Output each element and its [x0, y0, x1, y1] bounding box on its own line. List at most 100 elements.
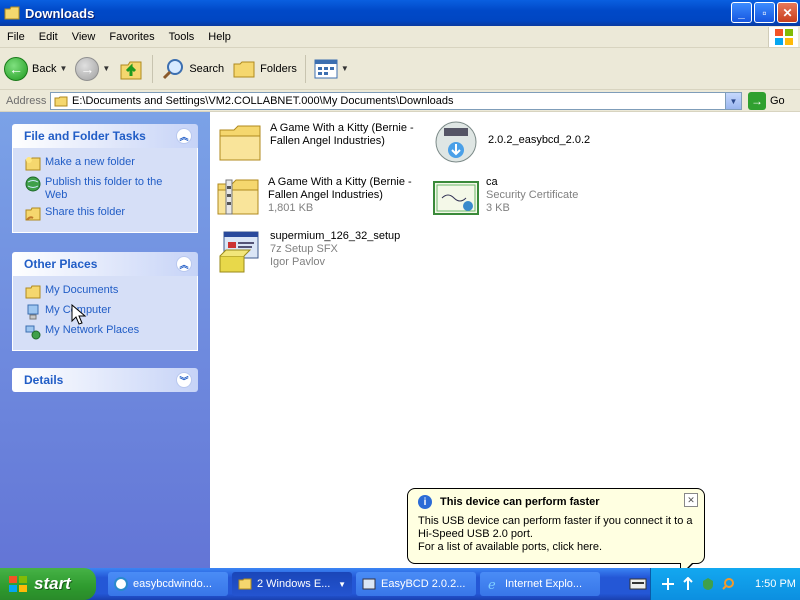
- task-label: Make a new folder: [45, 156, 135, 168]
- svg-text:e: e: [488, 578, 496, 591]
- file-name: ca: [486, 176, 498, 188]
- chevron-down-icon[interactable]: ▼: [59, 64, 67, 73]
- file-name: A Game With a Kitty (Bernie - Fallen Ang…: [268, 176, 412, 201]
- folder-icon: [4, 6, 20, 20]
- minimize-icon: _: [738, 5, 745, 20]
- system-tray: 1:50 PM: [650, 568, 800, 600]
- task-label: Publish this folder to the Web: [45, 176, 163, 201]
- mouse-cursor-icon: [71, 304, 87, 325]
- notification-balloon[interactable]: i This device can perform faster ✕ This …: [407, 488, 705, 564]
- internet-explorer-icon: e: [488, 578, 496, 591]
- address-input[interactable]: E:\Documents and Settings\VM2.COLLABNET.…: [50, 92, 742, 110]
- clock[interactable]: 1:50 PM: [755, 578, 796, 590]
- chevron-down-icon[interactable]: ▼: [725, 93, 741, 109]
- taskbar: start easybcdwindo... 2 Windows E... ▼ E…: [0, 568, 800, 600]
- menu-file[interactable]: File: [0, 31, 32, 43]
- maximize-button[interactable]: ▫: [754, 2, 775, 23]
- search-tray-icon[interactable]: [721, 577, 735, 591]
- back-button[interactable]: ← Back ▼: [0, 51, 71, 87]
- start-button[interactable]: start: [0, 568, 96, 600]
- search-label: Search: [189, 62, 225, 75]
- chevron-down-icon: ▼: [338, 579, 346, 589]
- menu-help[interactable]: Help: [201, 31, 238, 43]
- file-name: A Game With a Kitty (Bernie - Fallen Ang…: [270, 122, 414, 147]
- file-item[interactable]: supermium_126_32_setup 7z Setup SFX Igor…: [216, 230, 436, 274]
- place-my-documents[interactable]: My Documents: [25, 284, 187, 300]
- menu-tools[interactable]: Tools: [162, 31, 202, 43]
- chevron-down-icon[interactable]: ▼: [102, 64, 110, 73]
- go-button[interactable]: → Go: [748, 92, 785, 110]
- file-item[interactable]: A Game With a Kitty (Bernie - Fallen Ang…: [216, 122, 416, 166]
- keyboard-icon[interactable]: [628, 572, 648, 596]
- task-make-new-folder[interactable]: Make a new folder: [25, 156, 187, 172]
- file-type: Security Certificate: [486, 189, 579, 201]
- address-value: E:\Documents and Settings\VM2.COLLABNET.…: [72, 95, 454, 107]
- expand-icon[interactable]: ︾: [176, 372, 192, 388]
- taskbar-item-internet-explorer[interactable]: e Internet Explo...: [480, 572, 600, 596]
- task-publish-web[interactable]: Publish this folder to the Web: [25, 176, 187, 202]
- balloon-message: This USB device can perform faster if yo…: [418, 515, 693, 540]
- folder-icon: [219, 125, 261, 161]
- place-my-network-places[interactable]: My Network Places: [25, 324, 187, 340]
- window-title: Downloads: [25, 5, 95, 21]
- certificate-icon: [433, 181, 479, 215]
- menu-view[interactable]: View: [65, 31, 103, 43]
- views-button[interactable]: ▼: [310, 51, 353, 87]
- task-label: 2 Windows E...: [257, 578, 331, 590]
- title-bar[interactable]: Downloads _ ▫ ✕: [0, 0, 800, 26]
- place-label: My Network Places: [45, 324, 140, 336]
- place-my-computer[interactable]: My Computer: [25, 304, 187, 320]
- up-folder-icon: [120, 61, 142, 79]
- balloon-close-icon[interactable]: ✕: [684, 493, 698, 507]
- collapse-icon[interactable]: ︽: [176, 256, 192, 272]
- close-icon: ✕: [782, 5, 793, 20]
- windows-logo-icon: [768, 27, 798, 47]
- close-button[interactable]: ✕: [777, 2, 798, 23]
- task-share-folder[interactable]: Share this folder: [25, 206, 187, 222]
- forward-button[interactable]: → ▼: [71, 51, 114, 87]
- globe-icon: [25, 176, 41, 192]
- file-folder-tasks-panel: File and Folder Tasks ︽ Make a new folde…: [12, 124, 198, 233]
- menu-favorites[interactable]: Favorites: [102, 31, 161, 43]
- file-type: 7z Setup SFX: [270, 243, 338, 255]
- collapse-icon[interactable]: ︽: [176, 128, 192, 144]
- file-item[interactable]: ca Security Certificate 3 KB: [432, 176, 642, 220]
- folders-label: Folders: [260, 62, 297, 75]
- views-icon: [314, 59, 338, 78]
- start-label: start: [34, 574, 71, 593]
- panel-header[interactable]: Details ︾: [12, 368, 198, 392]
- taskbar-item-windows-explorer[interactable]: 2 Windows E... ▼: [232, 572, 352, 596]
- menu-edit[interactable]: Edit: [32, 31, 65, 43]
- zip-folder-icon: [217, 179, 259, 215]
- file-size: 3 KB: [486, 202, 510, 214]
- details-panel: Details ︾: [12, 368, 198, 392]
- up-folder-button[interactable]: [114, 51, 148, 87]
- folder-icon: [238, 578, 252, 590]
- security-tray-icon[interactable]: [701, 577, 715, 591]
- menu-bar: File Edit View Favorites Tools Help: [0, 26, 800, 48]
- minimize-button[interactable]: _: [731, 2, 752, 23]
- toolbar-separator: [304, 54, 306, 83]
- usb-tray-icon[interactable]: [681, 577, 695, 591]
- toolbar: ← Back ▼ → ▼ Search Folders ▼: [0, 48, 800, 90]
- network-tray-icon[interactable]: [661, 577, 675, 591]
- easybcd-icon: [362, 578, 376, 590]
- chevron-down-icon[interactable]: ▼: [341, 64, 349, 73]
- panel-header[interactable]: File and Folder Tasks ︽: [12, 124, 198, 148]
- taskbar-item-easybcd[interactable]: EasyBCD 2.0.2...: [356, 572, 476, 596]
- task-label: Internet Explo...: [505, 578, 583, 590]
- go-label: Go: [770, 95, 785, 107]
- maximize-icon: ▫: [762, 5, 767, 20]
- back-label: Back: [32, 62, 57, 75]
- balloon-link[interactable]: For a list of available ports, click her…: [418, 541, 694, 554]
- search-button[interactable]: Search: [157, 51, 228, 87]
- taskbar-item-easybcd-browser[interactable]: easybcdwindo...: [108, 572, 228, 596]
- file-item[interactable]: A Game With a Kitty (Bernie - Fallen Ang…: [214, 176, 418, 220]
- folders-button[interactable]: Folders: [228, 51, 301, 87]
- file-name: supermium_126_32_setup: [270, 230, 401, 242]
- task-label: easybcdwindo...: [133, 578, 212, 590]
- back-arrow-icon: ←: [4, 56, 28, 81]
- panel-header[interactable]: Other Places ︽: [12, 252, 198, 276]
- file-item[interactable]: 2.0.2_easybcd_2.0.2: [434, 120, 634, 164]
- folder-icon: [54, 96, 68, 106]
